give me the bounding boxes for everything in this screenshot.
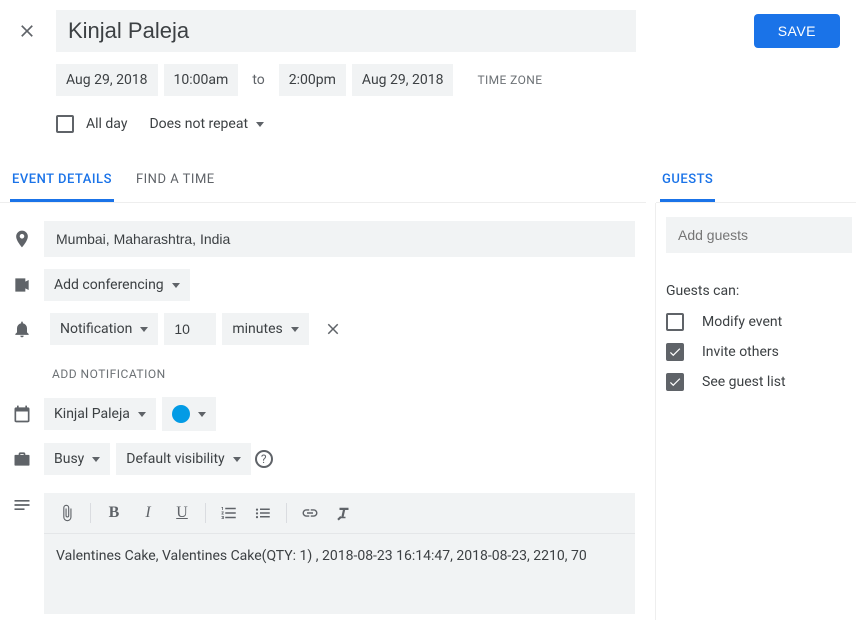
- start-date-picker[interactable]: Aug 29, 2018: [56, 64, 158, 96]
- tab-event-details[interactable]: EVENT DETAILS: [10, 172, 114, 202]
- calendar-owner-dropdown[interactable]: Kinjal Paleja: [44, 398, 156, 430]
- add-notification-button[interactable]: ADD NOTIFICATION: [0, 351, 655, 391]
- underline-button[interactable]: U: [167, 499, 197, 527]
- description-icon: [0, 487, 44, 515]
- location-input[interactable]: [44, 221, 635, 257]
- availability-dropdown[interactable]: Busy: [44, 443, 110, 475]
- chevron-down-icon: [256, 122, 264, 127]
- clear-formatting-button[interactable]: [329, 499, 359, 527]
- briefcase-icon: [0, 449, 44, 469]
- notification-unit-value: minutes: [232, 321, 282, 337]
- chevron-down-icon: [172, 283, 180, 288]
- all-day-label: All day: [86, 116, 127, 132]
- calendar-color-dropdown[interactable]: [162, 397, 216, 431]
- location-icon: [0, 229, 44, 249]
- tab-guests[interactable]: GUESTS: [660, 172, 715, 202]
- see-guest-list-label: See guest list: [702, 374, 786, 390]
- toolbar-separator: [90, 503, 91, 523]
- help-icon[interactable]: ?: [255, 450, 273, 468]
- end-time-picker[interactable]: 2:00pm: [279, 64, 346, 96]
- add-guests-input[interactable]: [666, 217, 852, 253]
- notification-type-value: Notification: [60, 321, 132, 337]
- invite-others-checkbox[interactable]: [666, 343, 684, 361]
- numbered-list-button[interactable]: [214, 499, 244, 527]
- add-conferencing-dropdown[interactable]: Add conferencing: [44, 269, 190, 301]
- chevron-down-icon: [291, 327, 299, 332]
- event-title-input[interactable]: [56, 10, 636, 52]
- chevron-down-icon: [138, 412, 146, 417]
- toolbar-separator: [205, 503, 206, 523]
- all-day-checkbox[interactable]: [56, 115, 74, 133]
- timezone-button[interactable]: TIME ZONE: [459, 65, 560, 95]
- start-time-picker[interactable]: 10:00am: [164, 64, 239, 96]
- color-dot: [172, 405, 190, 423]
- bell-icon: [0, 319, 44, 339]
- guests-permissions-title: Guests can:: [666, 283, 856, 299]
- notification-type-dropdown[interactable]: Notification: [50, 313, 158, 345]
- close-icon[interactable]: [16, 20, 38, 42]
- see-guest-list-checkbox[interactable]: [666, 373, 684, 391]
- modify-event-checkbox[interactable]: [666, 313, 684, 331]
- bold-button[interactable]: B: [99, 499, 129, 527]
- invite-others-label: Invite others: [702, 344, 779, 360]
- conferencing-icon: [0, 275, 44, 295]
- notification-unit-dropdown[interactable]: minutes: [222, 313, 308, 345]
- chevron-down-icon: [92, 457, 100, 462]
- description-textarea[interactable]: Valentines Cake, Valentines Cake(QTY: 1)…: [44, 534, 635, 614]
- chevron-down-icon: [233, 457, 241, 462]
- remove-notification-button[interactable]: [321, 317, 345, 341]
- visibility-value: Default visibility: [126, 451, 224, 467]
- bulleted-list-button[interactable]: [248, 499, 278, 527]
- end-date-picker[interactable]: Aug 29, 2018: [352, 64, 454, 96]
- toolbar-separator: [286, 503, 287, 523]
- modify-event-label: Modify event: [702, 314, 782, 330]
- tab-find-a-time[interactable]: FIND A TIME: [134, 172, 217, 202]
- availability-value: Busy: [54, 451, 84, 467]
- visibility-dropdown[interactable]: Default visibility: [116, 443, 250, 475]
- notification-value-input[interactable]: [164, 313, 216, 345]
- attachment-button[interactable]: [52, 499, 82, 527]
- link-button[interactable]: [295, 499, 325, 527]
- chevron-down-icon: [140, 327, 148, 332]
- save-button[interactable]: SAVE: [754, 14, 840, 48]
- conferencing-label: Add conferencing: [54, 277, 164, 293]
- calendar-owner-value: Kinjal Paleja: [54, 406, 130, 422]
- recurrence-value: Does not repeat: [149, 116, 248, 132]
- italic-button[interactable]: I: [133, 499, 163, 527]
- recurrence-dropdown[interactable]: Does not repeat: [139, 108, 274, 140]
- calendar-icon: [0, 404, 44, 424]
- chevron-down-icon: [198, 412, 206, 417]
- to-label: to: [244, 64, 272, 96]
